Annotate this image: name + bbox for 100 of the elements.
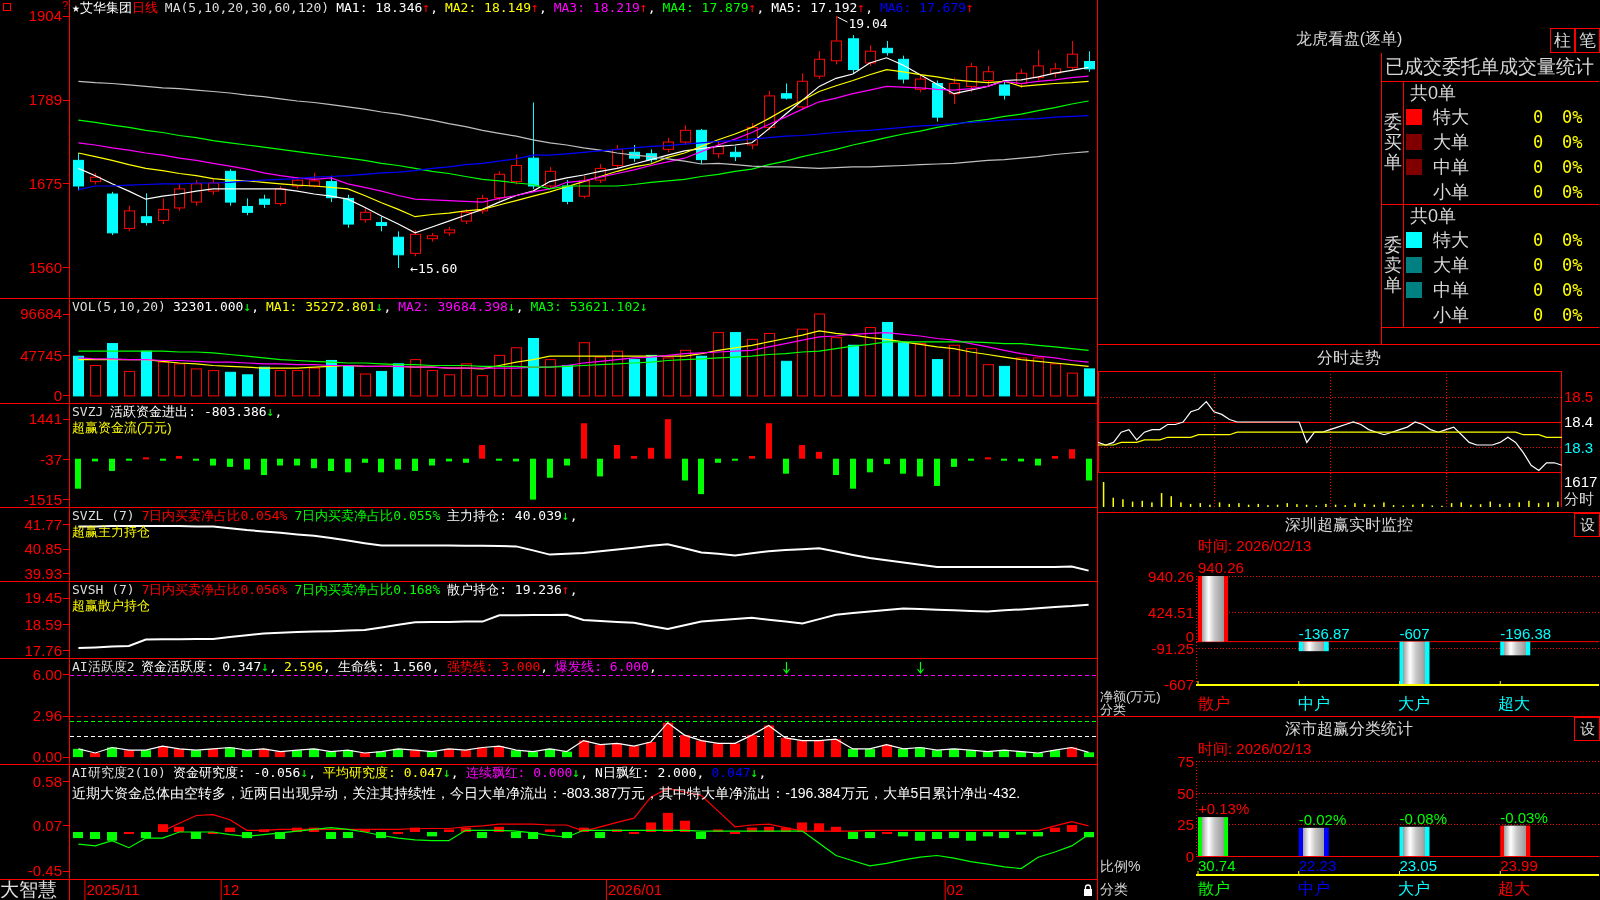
axis-label: 75 bbox=[1177, 754, 1194, 769]
order-share: 0% bbox=[1562, 254, 1583, 275]
order-count: 0 bbox=[1531, 254, 1545, 275]
category-label: 大户 bbox=[1398, 879, 1430, 897]
date-label: 12 bbox=[220, 880, 240, 900]
date-label: 2026/01 bbox=[605, 880, 663, 900]
indicator-name: SVSH (7) bbox=[72, 582, 135, 598]
axis-label: 0 bbox=[1185, 849, 1194, 864]
indicator-reading: MA3: 18.219↑, bbox=[553, 0, 656, 16]
value-label: 940.26 bbox=[1198, 560, 1244, 575]
value-label: 22.23 bbox=[1298, 858, 1337, 873]
panel-title: 龙虎看盘(逐单) bbox=[1295, 28, 1403, 49]
axis-label: 47745 bbox=[20, 347, 62, 364]
order-count: 0 bbox=[1531, 229, 1545, 250]
axis-label: 41.77 bbox=[24, 516, 62, 533]
indicator-reading: 0.047↓, bbox=[711, 765, 767, 781]
value-label: 23.05 bbox=[1399, 858, 1438, 873]
panel-title: 分时走势 bbox=[1317, 348, 1381, 368]
category-label: 中户 bbox=[1298, 879, 1330, 897]
indicator-reading: MA3: 53621.102↓ bbox=[530, 299, 648, 315]
axis-label: 6.00 bbox=[32, 666, 62, 683]
order-type-label: 小单 bbox=[1433, 181, 1470, 202]
table-title: 已成交委托单成交量统计 bbox=[1385, 55, 1594, 79]
category-label: 散户 bbox=[1198, 879, 1230, 897]
axis-label: 1441 bbox=[28, 411, 62, 428]
order-type-label: 大单 bbox=[1433, 131, 1470, 152]
indicator-reading: MA2: 18.149↑, bbox=[444, 0, 547, 16]
change-label: -0.08% bbox=[1399, 810, 1448, 826]
axis-label: -37 bbox=[40, 451, 62, 468]
axis-label: 1789 bbox=[28, 92, 62, 109]
axis-label: 96684 bbox=[20, 306, 62, 323]
order-count: 0 bbox=[1531, 181, 1545, 202]
order-share: 0% bbox=[1562, 279, 1583, 300]
indicator-subtitle: 超赢主力持仓 bbox=[72, 524, 150, 540]
indicator-reading: 生命线: 1.560, bbox=[337, 659, 440, 675]
order-type-label: 中单 bbox=[1433, 279, 1470, 300]
low-price-label: ←15.60 bbox=[410, 261, 458, 276]
indicator-subtitle: 超赢资金流(万元) bbox=[72, 420, 172, 436]
axis-label: 39.93 bbox=[24, 565, 62, 582]
axis-label: 1560 bbox=[28, 259, 62, 276]
value-label: -196.38 bbox=[1500, 625, 1552, 641]
order-total: 共0单 bbox=[1410, 83, 1456, 103]
timestamp-label: 时间: 2026/02/13 bbox=[1198, 741, 1312, 757]
order-count: 0 bbox=[1531, 304, 1545, 325]
indicator-reading: 强势线: 3.000, bbox=[446, 659, 549, 675]
indicator-reading: 7日内买卖净占比0.055% bbox=[294, 508, 441, 524]
group-label: 委卖单 bbox=[1383, 236, 1402, 296]
axis-label: 0.07 bbox=[32, 817, 62, 834]
volume-scale-label: 1617 bbox=[1564, 474, 1598, 490]
axis-title: 分类 bbox=[1100, 703, 1126, 716]
indicator-reading: MA2: 39684.398↓, bbox=[398, 299, 524, 315]
value-label: 23.99 bbox=[1500, 858, 1538, 873]
indicator-name: SVZL (7) bbox=[72, 508, 135, 524]
category-label: 超大 bbox=[1498, 695, 1530, 712]
indicator-reading: MA4: 17.879↑, bbox=[662, 0, 765, 16]
order-share: 0% bbox=[1562, 304, 1583, 325]
period-label: 日线 bbox=[131, 0, 158, 16]
indicator-reading: MA5: 17.192↑, bbox=[771, 0, 873, 16]
indicator-reading: 7日内买卖净占比0.056% bbox=[141, 582, 288, 598]
indicator-reading: 资金活跃度: 0.347↓, bbox=[141, 659, 277, 675]
order-total: 共0单 bbox=[1410, 206, 1456, 226]
change-label: -0.03% bbox=[1500, 809, 1548, 825]
axis-label: 19.45 bbox=[24, 590, 62, 607]
indicator-reading: 连续飘红: 0.000↓, bbox=[465, 765, 588, 781]
order-count: 0 bbox=[1531, 279, 1545, 300]
value-label: -607 bbox=[1399, 625, 1430, 641]
stock-name: ★艾华集团 bbox=[72, 0, 132, 16]
axis-label: 0 bbox=[53, 387, 62, 404]
date-label: 02 bbox=[944, 880, 964, 900]
axis-label: 18.59 bbox=[24, 616, 62, 633]
indicator-reading: 2.596, bbox=[283, 659, 331, 675]
panel-title: 深市超赢分类统计 bbox=[1285, 719, 1413, 739]
date-label: 2025/11 bbox=[84, 880, 140, 900]
value-label: -136.87 bbox=[1298, 625, 1350, 641]
axis-label: 25 bbox=[1177, 817, 1194, 833]
axis-label: 940.26 bbox=[1148, 569, 1194, 584]
axis-label: 0.00 bbox=[32, 749, 62, 766]
order-share: 0% bbox=[1562, 229, 1583, 250]
indicator-reading: 散户持仓: 19.236↑, bbox=[447, 582, 578, 598]
indicator-reading: MA6: 17.679↑ bbox=[879, 0, 974, 16]
indicator-reading: 资金研究度: -0.056↓, bbox=[172, 765, 317, 781]
category-label: 超大 bbox=[1498, 879, 1530, 897]
indicator-reading: 主力持仓: 40.039↓, bbox=[447, 508, 578, 524]
axis-title: 分类 bbox=[1100, 880, 1128, 897]
category-label: 中户 bbox=[1298, 695, 1330, 712]
axis-label: 50 bbox=[1177, 785, 1194, 801]
axis-label: -91.25 bbox=[1151, 641, 1194, 656]
indicator-reading: 32301.000↓, bbox=[172, 299, 260, 315]
axis-label: 18.5 bbox=[1564, 388, 1594, 405]
indicator-reading: 7日内买卖净占比0.054% bbox=[141, 508, 288, 524]
order-type-label: 特大 bbox=[1433, 229, 1470, 250]
indicator-subtitle: 超赢散户持仓 bbox=[72, 598, 150, 614]
category-label: 大户 bbox=[1398, 695, 1430, 712]
value-label: 30.74 bbox=[1198, 858, 1236, 873]
order-type-label: 特大 bbox=[1433, 106, 1470, 127]
indicator-name: AI研究度2(10) bbox=[72, 765, 166, 781]
order-share: 0% bbox=[1562, 106, 1583, 127]
axis-label: -607 bbox=[1163, 677, 1194, 692]
axis-label: 18.4 bbox=[1564, 414, 1594, 430]
change-label: +0.13% bbox=[1198, 801, 1250, 817]
